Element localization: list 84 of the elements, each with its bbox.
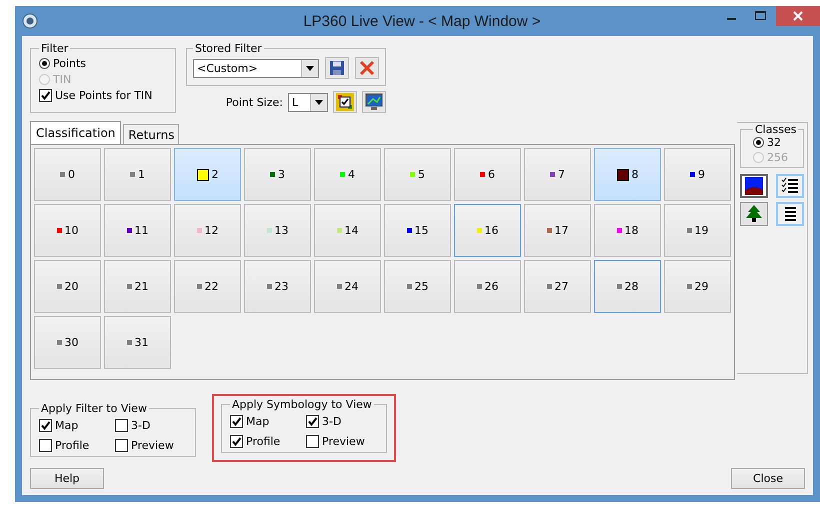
class-button[interactable]: 0 [34,148,101,201]
class-button[interactable]: 20 [34,260,101,313]
tree-icon [744,204,764,224]
display-button[interactable] [362,91,386,113]
terrain-button[interactable] [740,174,768,198]
close-icon [793,11,803,21]
class-button[interactable]: 13 [244,204,311,257]
class-button[interactable]: 25 [384,260,451,313]
class-button[interactable]: 3 [244,148,311,201]
checkbox-option[interactable]: Use Points for TIN [39,89,167,102]
minimize-icon [726,18,736,20]
checklist-icon [336,93,354,111]
radio-option[interactable]: Points [39,57,167,70]
app-logo-icon [22,13,38,29]
check-icon [231,436,242,447]
class-button[interactable]: 16 [454,204,521,257]
monitor-icon [365,93,383,111]
close-button[interactable] [776,6,820,26]
check-icon [40,90,51,101]
class-button[interactable]: 28 [594,260,661,313]
point-size-label: Point Size: [226,96,283,108]
check-icon [231,416,242,427]
tree-button[interactable] [740,202,768,226]
class-button[interactable]: 11 [104,204,171,257]
delete-button[interactable] [355,57,379,79]
class-button[interactable]: 14 [314,204,381,257]
radio-option[interactable]: 32 [753,136,799,149]
checklist-icon [781,177,799,195]
checkbox-option[interactable]: 3-D [115,419,185,432]
stored-filter-dropdown[interactable]: <Custom> [193,58,319,78]
checkbox-option[interactable]: Profile [39,439,115,452]
class-button[interactable]: 2 [174,148,241,201]
class-button[interactable]: 24 [314,260,381,313]
checklist-button[interactable] [776,174,804,198]
class-button[interactable]: 27 [524,260,591,313]
dialog-button[interactable]: Close [731,468,805,489]
class-button[interactable]: 23 [244,260,311,313]
window-title: LP360 Live View - < Map Window > [302,12,542,30]
class-button[interactable]: 12 [174,204,241,257]
group-title: Apply Filter to View [40,402,148,415]
class-button[interactable]: 15 [384,204,451,257]
save-button[interactable] [325,57,349,79]
class-button[interactable]: 19 [664,204,731,257]
point-size-dropdown[interactable]: L [288,92,328,112]
class-button[interactable]: 26 [454,260,521,313]
delete-icon [359,60,375,76]
save-icon [329,60,345,76]
terrain-icon [744,176,764,196]
class-button[interactable]: 22 [174,260,241,313]
checkbox-option[interactable]: Map [230,415,306,428]
group-title: Apply Symbology to View [231,398,373,411]
class-button[interactable]: 6 [454,148,521,201]
class-button[interactable]: 21 [104,260,171,313]
class-button[interactable]: 7 [524,148,591,201]
list-icon [783,205,797,223]
checkbox-option[interactable]: Preview [115,439,185,452]
symbology-button[interactable] [333,91,357,113]
dropdown-arrow-icon [306,66,314,70]
class-button[interactable]: 18 [594,204,661,257]
check-icon [40,420,51,431]
class-button[interactable]: 1 [104,148,171,201]
checkbox-option[interactable]: Profile [230,435,306,448]
check-icon [307,416,318,427]
tab[interactable]: Returns [123,124,180,144]
dropdown-arrow-icon [315,100,323,104]
class-button[interactable]: 10 [34,204,101,257]
checkbox-option[interactable]: Map [39,419,115,432]
dialog-button[interactable]: Help [30,468,104,489]
group-title: Classes [754,123,798,136]
list-button[interactable] [776,202,804,226]
maximize-icon [755,11,767,21]
class-button[interactable]: 9 [664,148,731,201]
checkbox-option[interactable]: Preview [306,435,376,448]
class-button[interactable]: 30 [34,316,101,369]
class-button[interactable]: 29 [664,260,731,313]
checkbox-option[interactable]: 3-D [306,415,376,428]
group-title: Filter [40,42,70,55]
class-button[interactable]: 8 [594,148,661,201]
class-button[interactable]: 5 [384,148,451,201]
class-button[interactable]: 31 [104,316,171,369]
class-button[interactable]: 17 [524,204,591,257]
tab[interactable]: Classification [30,121,122,144]
group-title: Stored Filter [194,42,263,55]
class-button[interactable]: 4 [314,148,381,201]
